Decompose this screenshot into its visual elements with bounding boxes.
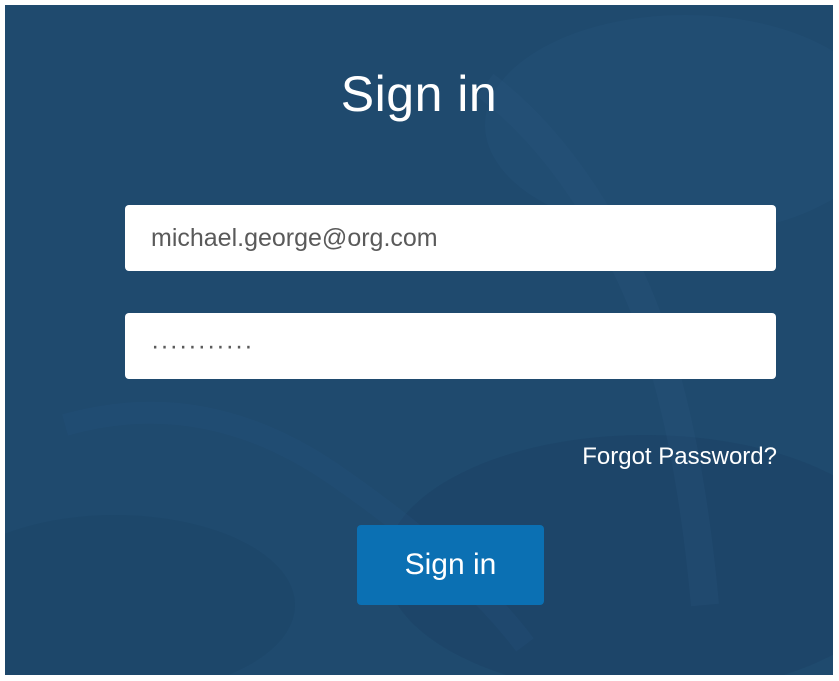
sign-in-button[interactable]: Sign in <box>357 525 544 605</box>
forgot-password-link[interactable]: Forgot Password? <box>582 443 777 471</box>
page-title: Sign in <box>340 66 498 122</box>
page: Sign in Forgot Password? Sign in <box>0 0 839 681</box>
email-field[interactable] <box>125 205 776 271</box>
sign-in-panel: Sign in Forgot Password? Sign in <box>5 5 833 675</box>
password-field[interactable] <box>125 313 776 379</box>
